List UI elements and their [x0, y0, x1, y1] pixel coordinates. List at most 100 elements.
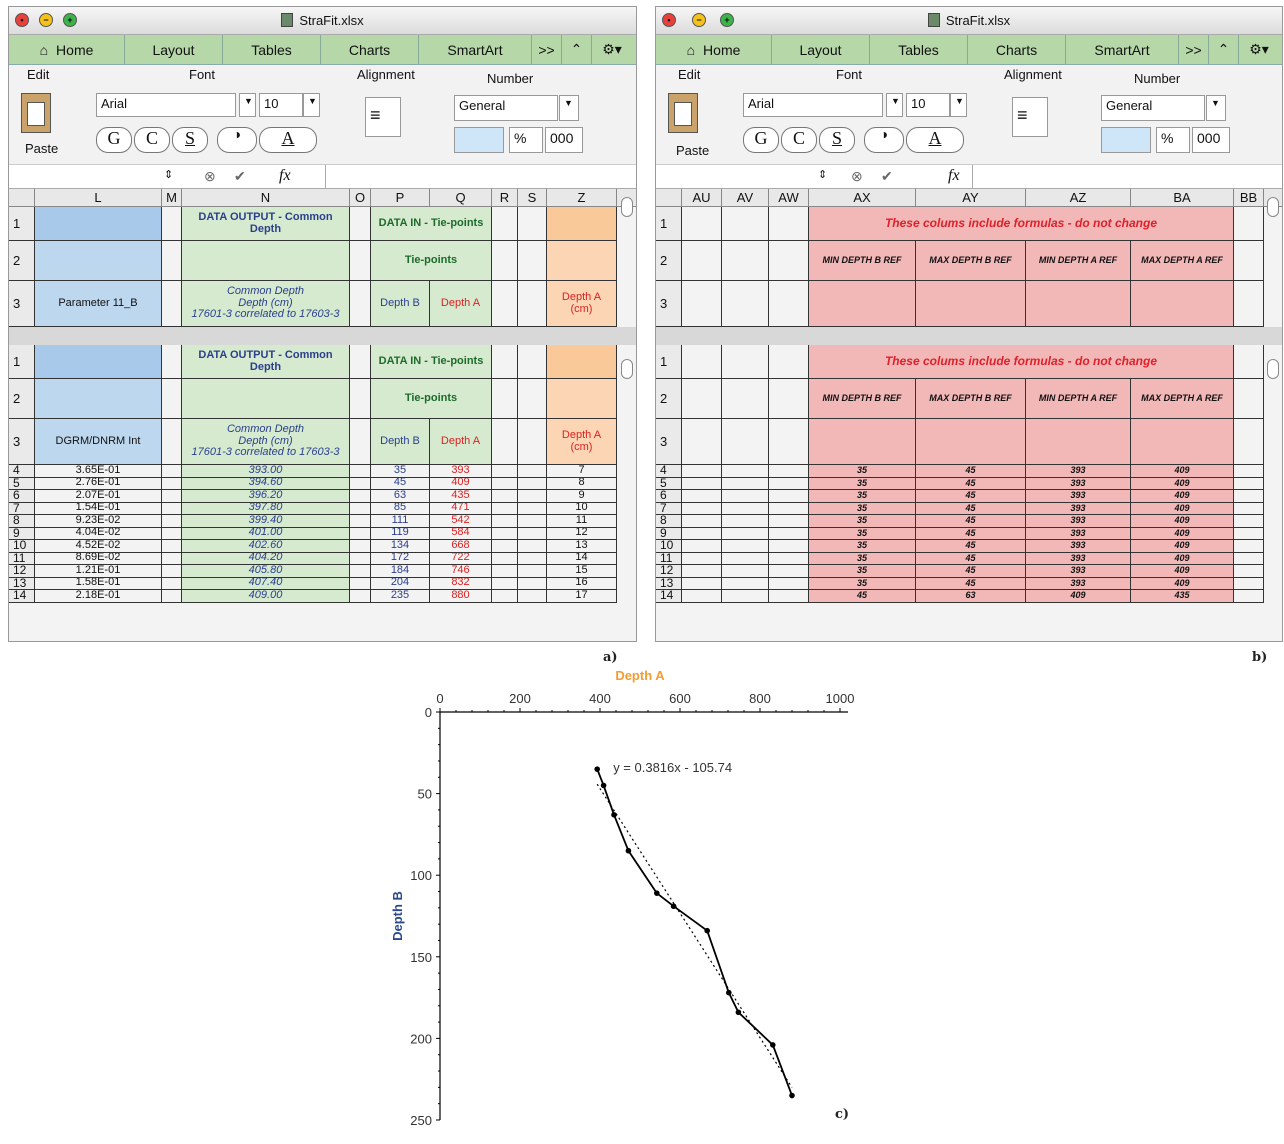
cell-s[interactable]	[518, 379, 547, 419]
row-header[interactable]: 3	[9, 281, 35, 327]
cell-r[interactable]	[492, 207, 518, 241]
cell-av[interactable]	[722, 590, 769, 603]
row-header[interactable]: 6	[9, 490, 35, 503]
cell-av[interactable]	[722, 565, 769, 578]
cell-aw[interactable]	[769, 527, 809, 540]
cell-bb[interactable]	[1234, 540, 1264, 553]
name-box-stepper-icon[interactable]: ⇕	[818, 168, 827, 181]
cell-av[interactable]	[722, 540, 769, 553]
cell-m[interactable]	[162, 490, 182, 503]
cell-bb[interactable]	[1234, 207, 1264, 241]
cell-q[interactable]: Depth A	[430, 419, 492, 465]
cell-av[interactable]	[722, 419, 769, 465]
cell-q[interactable]: 393	[430, 465, 492, 478]
cell-ref-header[interactable]: MAX DEPTH A REF	[1131, 379, 1234, 419]
column-header-m[interactable]: M	[162, 189, 182, 207]
cell-n[interactable]: Common Depth Depth (cm) 17601-3 correlat…	[182, 419, 350, 465]
cell-l[interactable]: 4.04E-02	[35, 527, 162, 540]
cell-o[interactable]	[350, 527, 371, 540]
number-format-select[interactable]: General	[1101, 95, 1205, 121]
align-icon[interactable]: ≡	[1012, 97, 1048, 137]
row-header[interactable]: 8	[9, 515, 35, 528]
cell-p[interactable]: 134	[371, 540, 430, 553]
bold-button[interactable]: G	[743, 127, 779, 153]
cell-au[interactable]	[682, 465, 722, 478]
cell-av[interactable]	[722, 552, 769, 565]
cell-n[interactable]: DATA OUTPUT - Common Depth	[182, 207, 350, 241]
cell-ref-value[interactable]: 393	[1026, 577, 1131, 590]
cell-ref-value[interactable]: 393	[1026, 552, 1131, 565]
cell-q[interactable]: 880	[430, 590, 492, 603]
cell-ref-value[interactable]: 393	[1026, 490, 1131, 503]
cell-aw[interactable]	[769, 281, 809, 327]
cell-aw[interactable]	[769, 345, 809, 379]
cell-s[interactable]	[518, 207, 547, 241]
cell-z[interactable]: 8	[547, 477, 617, 490]
cell-o[interactable]	[350, 379, 371, 419]
cell-av[interactable]	[722, 207, 769, 241]
cell-o[interactable]	[350, 207, 371, 241]
cell-bb[interactable]	[1234, 241, 1264, 281]
cancel-icon[interactable]: ⊗	[851, 168, 863, 185]
cell-p[interactable]: Depth B	[371, 419, 430, 465]
cell-p[interactable]: 235	[371, 590, 430, 603]
cell-p[interactable]: 204	[371, 577, 430, 590]
cell-ref-header[interactable]: MAX DEPTH B REF	[916, 241, 1026, 281]
cell-bb[interactable]	[1234, 379, 1264, 419]
column-header-av[interactable]: AV	[722, 189, 769, 207]
italic-button[interactable]: C	[134, 127, 170, 153]
cell-s[interactable]	[518, 502, 547, 515]
tab-charts[interactable]: Charts	[321, 35, 419, 64]
cell-r[interactable]	[492, 515, 518, 528]
confirm-icon[interactable]: ✔	[234, 168, 246, 185]
tab-smartart[interactable]: SmartArt	[419, 35, 532, 64]
cell-m[interactable]	[162, 515, 182, 528]
cell-ref-value[interactable]: 393	[1026, 540, 1131, 553]
cell-n[interactable]: DATA OUTPUT - Common Depth	[182, 345, 350, 379]
cell-m[interactable]	[162, 207, 182, 241]
formula-warning[interactable]: These colums include formulas - do not c…	[809, 345, 1234, 379]
cell-ref-value[interactable]: 45	[809, 590, 916, 603]
cell-o[interactable]	[350, 552, 371, 565]
row-header[interactable]: 2	[9, 241, 35, 281]
row-header[interactable]: 5	[656, 477, 682, 490]
cell-o[interactable]	[350, 490, 371, 503]
row-header[interactable]: 11	[9, 552, 35, 565]
cell-av[interactable]	[722, 345, 769, 379]
row-header[interactable]: 12	[656, 565, 682, 578]
cell-s[interactable]	[518, 345, 547, 379]
cell-au[interactable]	[682, 577, 722, 590]
cell-ref-header[interactable]: MIN DEPTH A REF	[1026, 379, 1131, 419]
cell-n[interactable]: 404.20	[182, 552, 350, 565]
row-header[interactable]: 2	[656, 379, 682, 419]
cell-m[interactable]	[162, 577, 182, 590]
column-header-aw[interactable]: AW	[769, 189, 809, 207]
cell-p[interactable]: 45	[371, 477, 430, 490]
cell-au[interactable]	[682, 540, 722, 553]
cell-ref-header[interactable]	[916, 281, 1026, 327]
cell-s[interactable]	[518, 490, 547, 503]
cell-r[interactable]	[492, 565, 518, 578]
cell-r[interactable]	[492, 477, 518, 490]
row-header[interactable]: 11	[656, 552, 682, 565]
cell-n[interactable]: Common Depth Depth (cm) 17601-3 correlat…	[182, 281, 350, 327]
vertical-scrollbar[interactable]	[1267, 197, 1279, 217]
cell-o[interactable]	[350, 502, 371, 515]
cell-ref-value[interactable]: 45	[916, 477, 1026, 490]
font-color-button[interactable]: A	[259, 127, 317, 153]
cell-au[interactable]	[682, 207, 722, 241]
cell-s[interactable]	[518, 527, 547, 540]
cell-av[interactable]	[722, 502, 769, 515]
align-icon[interactable]: ≡	[365, 97, 401, 137]
tab-smartart[interactable]: SmartArt	[1066, 35, 1179, 64]
cell-bb[interactable]	[1234, 490, 1264, 503]
name-box-stepper-icon[interactable]: ⇕	[164, 168, 173, 181]
cell-pq[interactable]: Tie-points	[371, 241, 492, 281]
cell-p[interactable]: 119	[371, 527, 430, 540]
tab-tables[interactable]: Tables	[870, 35, 968, 64]
cell-l[interactable]: 1.58E-01	[35, 577, 162, 590]
cell-z[interactable]	[547, 345, 617, 379]
cell-ref-value[interactable]: 393	[1026, 477, 1131, 490]
cell-s[interactable]	[518, 540, 547, 553]
tab-home[interactable]: ⌂ Home	[656, 35, 772, 64]
